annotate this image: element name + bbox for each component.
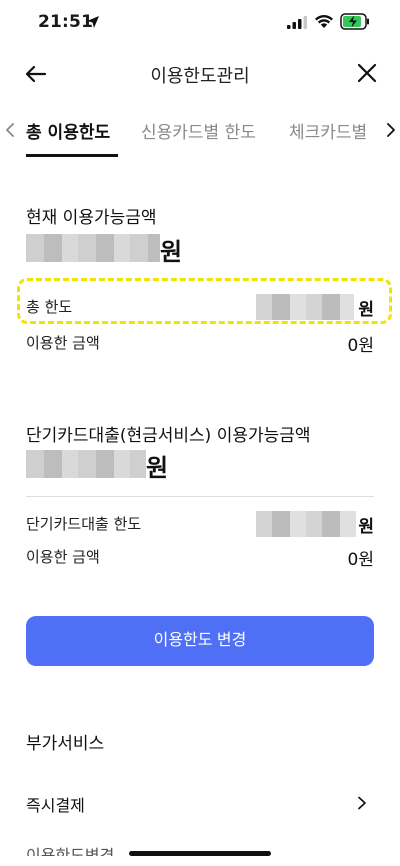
chevron-right-icon[interactable]: [385, 122, 397, 138]
currency-unit: 원: [146, 454, 169, 482]
available-amount-title: 현재 이용가능금액: [26, 208, 157, 228]
chevron-left-icon[interactable]: [4, 122, 16, 138]
home-indicator: [129, 851, 271, 856]
cash-service-limit-currency: 원: [358, 517, 374, 537]
used-amount-value: 0원: [347, 336, 374, 356]
cash-service-amount: 원: [26, 448, 226, 482]
divider: [26, 496, 374, 497]
menu-item-partial[interactable]: 이용한도변경: [26, 842, 114, 856]
masked-amount: [26, 234, 160, 262]
status-bar: 21:51: [0, 0, 400, 46]
currency-unit: 원: [160, 238, 183, 266]
masked-amount: [26, 450, 146, 478]
tab-total-limit[interactable]: 총 이용한도: [26, 118, 110, 143]
wifi-icon: [315, 15, 333, 28]
cash-service-limit-label: 단기카드대출 한도: [26, 515, 142, 533]
masked-limit-amount: [256, 511, 356, 537]
used-amount-row: 이용한 금액 0원: [26, 330, 374, 356]
available-amount: 원: [26, 232, 226, 266]
status-time: 21:51: [38, 12, 94, 32]
total-limit-label: 총 한도: [26, 298, 73, 316]
battery-charging-icon: [340, 13, 369, 30]
total-limit-row: 총 한도 원: [26, 294, 374, 320]
tab-credit-card-limit[interactable]: 신용카드별 한도: [141, 118, 256, 143]
header: 이용한도관리: [0, 52, 400, 96]
cash-service-limit-row: 단기카드대출 한도 원: [26, 511, 374, 537]
close-icon[interactable]: [356, 62, 378, 84]
menu-item-label: 즉시결제: [26, 796, 85, 815]
extra-services-title: 부가서비스: [26, 734, 105, 754]
page-title: 이용한도관리: [150, 66, 250, 87]
cash-service-title: 단기카드대출(현금서비스) 이용가능금액: [26, 426, 311, 446]
used-amount-label: 이용한 금액: [26, 334, 100, 352]
total-limit-currency: 원: [358, 300, 374, 320]
active-tab-indicator: [26, 154, 118, 157]
cash-service-used-row: 이용한 금액 0원: [26, 544, 374, 570]
menu-item-instant-payment[interactable]: 즉시결제: [0, 780, 400, 824]
tab-bar: 총 이용한도 신용카드별 한도 체크카드별: [0, 108, 400, 160]
masked-limit-amount: [256, 294, 354, 320]
change-limit-button[interactable]: 이용한도 변경: [26, 616, 374, 666]
location-arrow-icon: [87, 16, 99, 28]
cash-service-used-value: 0원: [347, 550, 374, 570]
cash-service-used-label: 이용한 금액: [26, 548, 100, 566]
tab-check-card-limit[interactable]: 체크카드별: [289, 118, 367, 143]
chevron-right-icon: [358, 796, 366, 810]
cellular-signal-icon: [287, 16, 307, 29]
